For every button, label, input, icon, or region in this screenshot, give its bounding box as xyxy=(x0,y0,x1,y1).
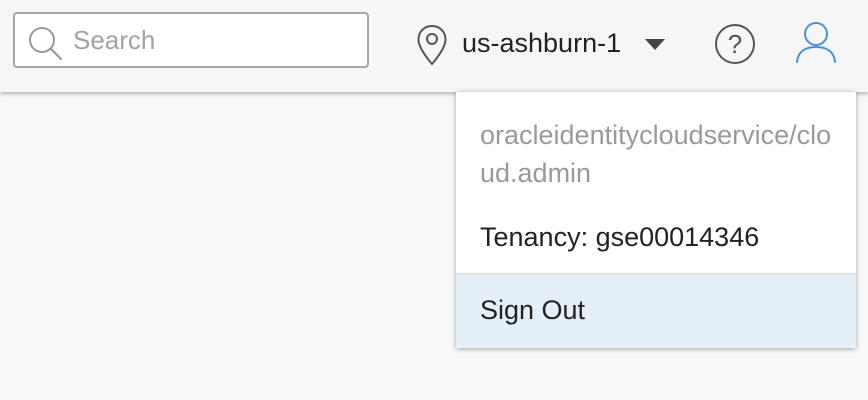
search-box[interactable] xyxy=(13,12,369,68)
user-icon[interactable] xyxy=(794,20,838,66)
search-icon xyxy=(29,27,63,61)
chevron-down-icon xyxy=(645,39,665,50)
search-input[interactable] xyxy=(73,22,353,58)
sign-out-button[interactable]: Sign Out xyxy=(456,275,856,348)
svg-text:?: ? xyxy=(728,29,742,59)
user-menu-username: oracleidentitycloudservice/cloud.admin xyxy=(480,120,832,188)
help-icon[interactable]: ? xyxy=(713,22,757,66)
sign-out-label: Sign Out xyxy=(480,295,586,325)
user-menu-dropdown: oracleidentitycloudservice/cloud.admin T… xyxy=(456,92,856,348)
top-header: us-ashburn-1 ? xyxy=(0,0,868,92)
region-selector[interactable]: us-ashburn-1 xyxy=(412,20,674,66)
region-label: us-ashburn-1 xyxy=(462,28,622,58)
user-menu-tenancy: Tenancy: gse00014346 xyxy=(480,222,760,252)
location-pin-icon xyxy=(417,24,447,66)
